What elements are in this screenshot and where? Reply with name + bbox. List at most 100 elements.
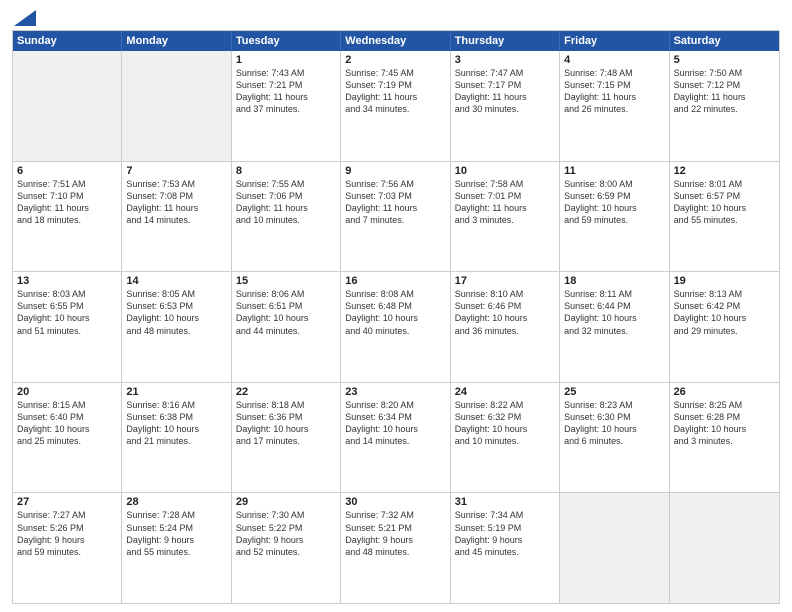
calendar-cell: 29Sunrise: 7:30 AMSunset: 5:22 PMDayligh… [232,493,341,603]
cell-info-line: Sunset: 7:17 PM [455,79,555,91]
day-number: 13 [17,275,117,287]
cell-info-line: Sunset: 7:08 PM [126,190,226,202]
cell-info-line: Sunset: 6:51 PM [236,300,336,312]
cell-info-line: Sunset: 6:57 PM [674,190,775,202]
cell-info-line: and 59 minutes. [564,214,664,226]
cell-info-line: Sunset: 6:40 PM [17,411,117,423]
cell-info-line: Sunset: 6:44 PM [564,300,664,312]
calendar-cell: 18Sunrise: 8:11 AMSunset: 6:44 PMDayligh… [560,272,669,382]
cell-info-line: Daylight: 10 hours [455,423,555,435]
cell-info-line: Sunrise: 8:16 AM [126,399,226,411]
cell-info-line: and 3 minutes. [674,435,775,447]
calendar-cell: 12Sunrise: 8:01 AMSunset: 6:57 PMDayligh… [670,162,779,272]
cell-info-line: Sunrise: 8:00 AM [564,178,664,190]
cell-info-line: Daylight: 10 hours [674,202,775,214]
day-number: 4 [564,54,664,66]
header [12,10,780,24]
calendar-cell [670,493,779,603]
day-number: 26 [674,386,775,398]
day-number: 31 [455,496,555,508]
cell-info-line: Daylight: 11 hours [564,91,664,103]
cell-info-line: Sunset: 6:55 PM [17,300,117,312]
cell-info-line: and 48 minutes. [345,546,445,558]
cell-info-line: Daylight: 10 hours [564,312,664,324]
day-number: 28 [126,496,226,508]
cell-info-line: Sunrise: 7:28 AM [126,509,226,521]
cell-info-line: and 6 minutes. [564,435,664,447]
cell-info-line: Daylight: 11 hours [455,91,555,103]
day-number: 30 [345,496,445,508]
cell-info-line: Daylight: 9 hours [126,534,226,546]
cell-info-line: Sunset: 6:34 PM [345,411,445,423]
day-number: 12 [674,165,775,177]
cell-info-line: Sunrise: 8:01 AM [674,178,775,190]
cell-info-line: and 37 minutes. [236,103,336,115]
header-day-thursday: Thursday [451,31,560,51]
logo [12,10,36,24]
cell-info-line: Sunrise: 8:11 AM [564,288,664,300]
calendar-cell: 17Sunrise: 8:10 AMSunset: 6:46 PMDayligh… [451,272,560,382]
page: SundayMondayTuesdayWednesdayThursdayFrid… [0,0,792,612]
cell-info-line: Sunrise: 8:18 AM [236,399,336,411]
calendar-cell: 6Sunrise: 7:51 AMSunset: 7:10 PMDaylight… [13,162,122,272]
cell-info-line: Sunset: 5:21 PM [345,522,445,534]
cell-info-line: Sunrise: 8:10 AM [455,288,555,300]
cell-info-line: Daylight: 9 hours [455,534,555,546]
calendar-cell: 15Sunrise: 8:06 AMSunset: 6:51 PMDayligh… [232,272,341,382]
day-number: 22 [236,386,336,398]
cell-info-line: and 22 minutes. [674,103,775,115]
cell-info-line: Sunset: 6:59 PM [564,190,664,202]
cell-info-line: Sunrise: 8:15 AM [17,399,117,411]
cell-info-line: Daylight: 10 hours [126,423,226,435]
day-number: 8 [236,165,336,177]
day-number: 21 [126,386,226,398]
cell-info-line: Sunrise: 7:50 AM [674,67,775,79]
day-number: 23 [345,386,445,398]
cell-info-line: and 44 minutes. [236,325,336,337]
cell-info-line: Sunrise: 7:45 AM [345,67,445,79]
cell-info-line: and 36 minutes. [455,325,555,337]
cell-info-line: Sunset: 5:22 PM [236,522,336,534]
cell-info-line: and 29 minutes. [674,325,775,337]
day-number: 17 [455,275,555,287]
cell-info-line: Daylight: 9 hours [345,534,445,546]
day-number: 18 [564,275,664,287]
day-number: 10 [455,165,555,177]
calendar-cell: 22Sunrise: 8:18 AMSunset: 6:36 PMDayligh… [232,383,341,493]
day-number: 1 [236,54,336,66]
cell-info-line: Sunrise: 7:32 AM [345,509,445,521]
cell-info-line: Sunset: 6:53 PM [126,300,226,312]
cell-info-line: Sunrise: 8:13 AM [674,288,775,300]
calendar-cell: 21Sunrise: 8:16 AMSunset: 6:38 PMDayligh… [122,383,231,493]
cell-info-line: Daylight: 11 hours [236,91,336,103]
cell-info-line: and 10 minutes. [455,435,555,447]
cell-info-line: and 21 minutes. [126,435,226,447]
calendar-cell: 5Sunrise: 7:50 AMSunset: 7:12 PMDaylight… [670,51,779,161]
calendar-cell: 20Sunrise: 8:15 AMSunset: 6:40 PMDayligh… [13,383,122,493]
day-number: 29 [236,496,336,508]
day-number: 14 [126,275,226,287]
calendar-week-2: 6Sunrise: 7:51 AMSunset: 7:10 PMDaylight… [13,161,779,272]
cell-info-line: and 55 minutes. [674,214,775,226]
calendar-cell: 3Sunrise: 7:47 AMSunset: 7:17 PMDaylight… [451,51,560,161]
cell-info-line: Sunrise: 8:06 AM [236,288,336,300]
calendar-week-3: 13Sunrise: 8:03 AMSunset: 6:55 PMDayligh… [13,271,779,382]
cell-info-line: and 32 minutes. [564,325,664,337]
cell-info-line: Daylight: 9 hours [17,534,117,546]
calendar-cell: 9Sunrise: 7:56 AMSunset: 7:03 PMDaylight… [341,162,450,272]
calendar-cell [13,51,122,161]
calendar-cell [122,51,231,161]
cell-info-line: Sunrise: 7:43 AM [236,67,336,79]
cell-info-line: and 14 minutes. [126,214,226,226]
calendar-cell: 1Sunrise: 7:43 AMSunset: 7:21 PMDaylight… [232,51,341,161]
day-number: 7 [126,165,226,177]
cell-info-line: and 25 minutes. [17,435,117,447]
cell-info-line: Daylight: 11 hours [17,202,117,214]
calendar-cell: 24Sunrise: 8:22 AMSunset: 6:32 PMDayligh… [451,383,560,493]
calendar-cell: 16Sunrise: 8:08 AMSunset: 6:48 PMDayligh… [341,272,450,382]
cell-info-line: Sunset: 7:03 PM [345,190,445,202]
cell-info-line: Sunset: 5:19 PM [455,522,555,534]
cell-info-line: and 18 minutes. [17,214,117,226]
cell-info-line: Sunrise: 7:56 AM [345,178,445,190]
cell-info-line: Sunrise: 7:27 AM [17,509,117,521]
